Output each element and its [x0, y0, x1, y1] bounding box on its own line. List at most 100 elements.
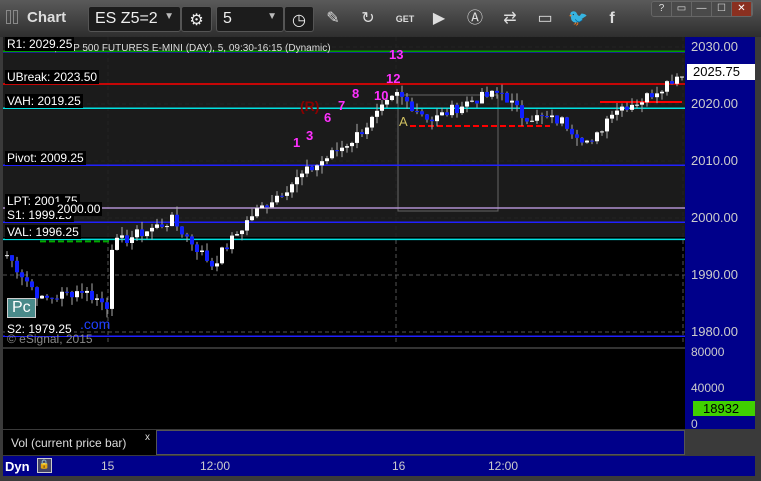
- candle: [520, 105, 524, 119]
- candle: [525, 118, 529, 122]
- candle: [400, 92, 404, 97]
- candle: [470, 100, 474, 102]
- level-label: UBreak: 2023.50: [5, 70, 100, 85]
- time-label: 15: [101, 459, 115, 473]
- candle: [555, 115, 559, 124]
- candle: [25, 277, 29, 282]
- candle: [20, 272, 24, 278]
- candle: [40, 295, 44, 299]
- copyright: © eSignal, 2015: [7, 332, 93, 346]
- sequence-label: 7: [338, 98, 346, 113]
- candle: [660, 91, 664, 94]
- study-area: [156, 430, 685, 455]
- candle: [95, 298, 99, 300]
- candle: [325, 158, 329, 162]
- candle: [295, 177, 299, 185]
- candle: [565, 117, 569, 129]
- candle: [290, 184, 294, 193]
- candle: [100, 298, 104, 303]
- candle: [655, 93, 659, 98]
- candle: [55, 298, 59, 300]
- marker-a: A: [399, 114, 408, 129]
- candle: [155, 224, 159, 228]
- sequence-label: 1: [293, 135, 301, 150]
- candle: [670, 81, 674, 84]
- candle: [10, 255, 14, 261]
- time-axis[interactable]: Dyn 🔒 15 12:00 16 12:00: [3, 456, 755, 476]
- candle: [305, 166, 309, 174]
- candle: [210, 260, 214, 267]
- candle: [575, 134, 579, 138]
- candle: [585, 140, 589, 143]
- candle: [535, 115, 539, 121]
- candle: [205, 250, 209, 261]
- candle: [130, 237, 134, 243]
- candle: [190, 236, 194, 245]
- pc-badge[interactable]: Pc: [7, 298, 36, 318]
- candle: [415, 111, 419, 113]
- candle: [75, 291, 79, 298]
- candle: [595, 132, 599, 142]
- candle: [430, 119, 434, 122]
- candle: [120, 235, 124, 238]
- candle: [405, 96, 409, 102]
- candle: [620, 106, 624, 111]
- candle: [230, 235, 234, 250]
- candle: [605, 118, 609, 132]
- candle: [410, 101, 414, 112]
- candle: [665, 81, 669, 92]
- candle: [255, 208, 259, 217]
- candle: [200, 250, 204, 253]
- candle: [505, 92, 509, 103]
- candle: [160, 224, 164, 227]
- candle: [145, 231, 149, 237]
- volume-axis: 80000 40000 0 18932: [685, 345, 755, 431]
- candle: [180, 226, 184, 235]
- candle: [140, 229, 144, 237]
- volume-tick: 0: [691, 417, 698, 431]
- candle: [65, 291, 69, 293]
- candle: [365, 127, 369, 135]
- candle: [125, 235, 129, 243]
- candle: [35, 287, 39, 299]
- sequence-label: 10: [374, 88, 389, 103]
- candle: [220, 247, 224, 264]
- candle: [615, 110, 619, 115]
- candle: [370, 116, 374, 128]
- candle: [560, 117, 564, 124]
- candle: [115, 237, 119, 250]
- candle: [70, 291, 74, 298]
- volume-pane[interactable]: [3, 347, 685, 429]
- candle: [50, 297, 54, 299]
- volume-tick: 40000: [691, 381, 725, 395]
- sequence-label: 6: [324, 110, 332, 125]
- candle: [460, 106, 464, 114]
- candle: [275, 195, 279, 203]
- value-area-shade: [3, 37, 685, 237]
- candle: [490, 90, 494, 97]
- time-label: 12:00: [200, 459, 231, 473]
- candle: [245, 220, 249, 231]
- candle: [380, 104, 384, 111]
- volume-study-label: Vol (current price bar): [3, 430, 156, 455]
- marker-r: (R): [300, 98, 320, 114]
- candle: [360, 132, 364, 135]
- candle: [635, 104, 639, 106]
- candle: [530, 120, 534, 122]
- dyn-mode[interactable]: Dyn: [5, 459, 30, 474]
- candle: [570, 128, 574, 135]
- candle: [280, 195, 284, 197]
- level-label: VAL: 1996.25: [5, 225, 81, 240]
- close-study-icon[interactable]: x: [145, 432, 150, 443]
- lock-icon[interactable]: 🔒: [37, 458, 52, 473]
- candle: [390, 95, 394, 101]
- candle: [465, 101, 469, 107]
- candle: [590, 140, 594, 142]
- candle: [680, 76, 684, 78]
- candle: [540, 115, 544, 117]
- candle: [495, 90, 499, 93]
- candle: [420, 111, 424, 115]
- sequence-label: 13: [389, 47, 404, 62]
- candle: [285, 192, 289, 196]
- candle: [455, 104, 459, 114]
